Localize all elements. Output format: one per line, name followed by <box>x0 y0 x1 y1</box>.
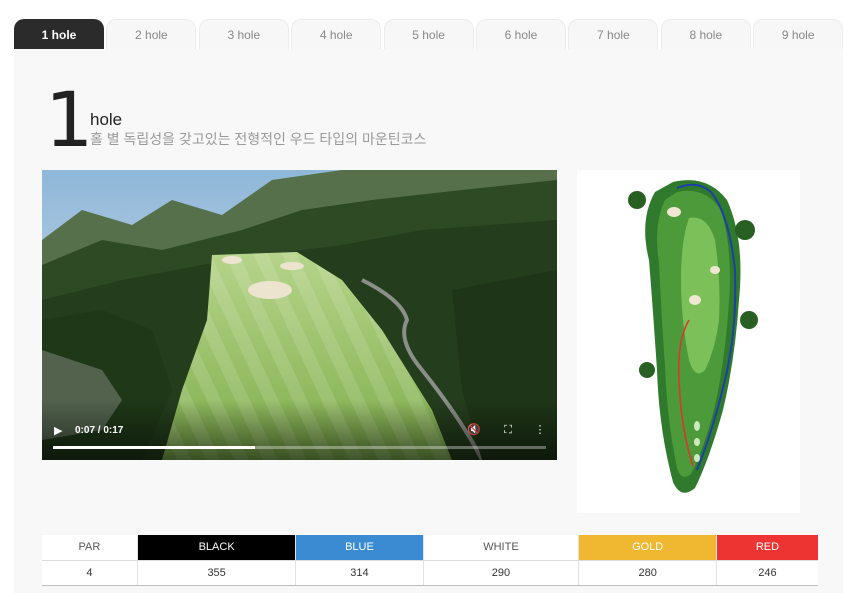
scorecard-value-gold: 280 <box>578 560 717 586</box>
scorecard-header-red: RED <box>716 535 818 561</box>
tab-hole-2[interactable]: 2 hole <box>106 19 197 49</box>
scorecard-value-blue: 314 <box>295 560 424 586</box>
fullscreen-icon[interactable]: ⛶ <box>500 422 516 438</box>
tab-hole-6[interactable]: 6 hole <box>476 19 566 49</box>
tab-hole-9[interactable]: 9 hole <box>753 19 843 49</box>
scorecard-value-par: 4 <box>42 560 138 586</box>
tab-hole-3[interactable]: 3 hole <box>198 19 289 49</box>
more-icon[interactable]: ⋮ <box>532 422 548 438</box>
hole-title: hole <box>90 110 123 129</box>
hole-description: 홀 별 독립성을 갖고있는 전형적인 우드 타입의 마운틴코스 <box>90 131 427 147</box>
scorecard-header-blue: BLUE <box>295 535 424 561</box>
scorecard-header-gold: GOLD <box>578 535 717 561</box>
hole-layout-map <box>577 170 800 513</box>
scorecard-header-black: BLACK <box>137 535 297 561</box>
video-time: 0:07 / 0:17 <box>75 425 124 436</box>
tab-hole-4[interactable]: 4 hole <box>291 19 382 49</box>
hole-map-illustration <box>628 180 758 493</box>
hole-video-player[interactable]: ▶ 0:07 / 0:17 🔇 ⛶ ⋮ <box>42 170 557 460</box>
video-controls: ▶ 0:07 / 0:17 🔇 ⛶ ⋮ <box>42 400 557 460</box>
scorecard-value-white: 290 <box>423 560 580 586</box>
tab-hole-1[interactable]: 1 hole <box>14 19 104 49</box>
scorecard-header-white: WHITE <box>423 535 580 561</box>
tab-hole-7[interactable]: 7 hole <box>568 19 659 49</box>
video-progress-fill <box>53 446 256 449</box>
video-progress-bar[interactable] <box>53 446 546 449</box>
play-icon[interactable]: ▶ <box>54 424 68 438</box>
scorecard-value-black: 355 <box>137 560 297 586</box>
scorecard-table: PAR BLACK BLUE WHITE GOLD RED 4 355 314 290 280 24… <box>42 535 818 586</box>
hole-number: 1 <box>45 75 93 164</box>
tab-hole-5[interactable]: 5 hole <box>383 19 474 49</box>
scorecard-values-row: 4 355 314 290 280 246 <box>42 560 818 586</box>
hole-tabs: 1 hole 2 hole 3 hole 4 hole 5 hole 6 hole 7 ho… <box>14 19 843 49</box>
scorecard-header-par: PAR <box>42 535 138 561</box>
tab-hole-8[interactable]: 8 hole <box>660 19 751 49</box>
scorecard-value-red: 246 <box>716 560 818 586</box>
scorecard-header-row: PAR BLACK BLUE WHITE GOLD RED <box>42 535 818 561</box>
mute-icon[interactable]: 🔇 <box>466 422 482 438</box>
